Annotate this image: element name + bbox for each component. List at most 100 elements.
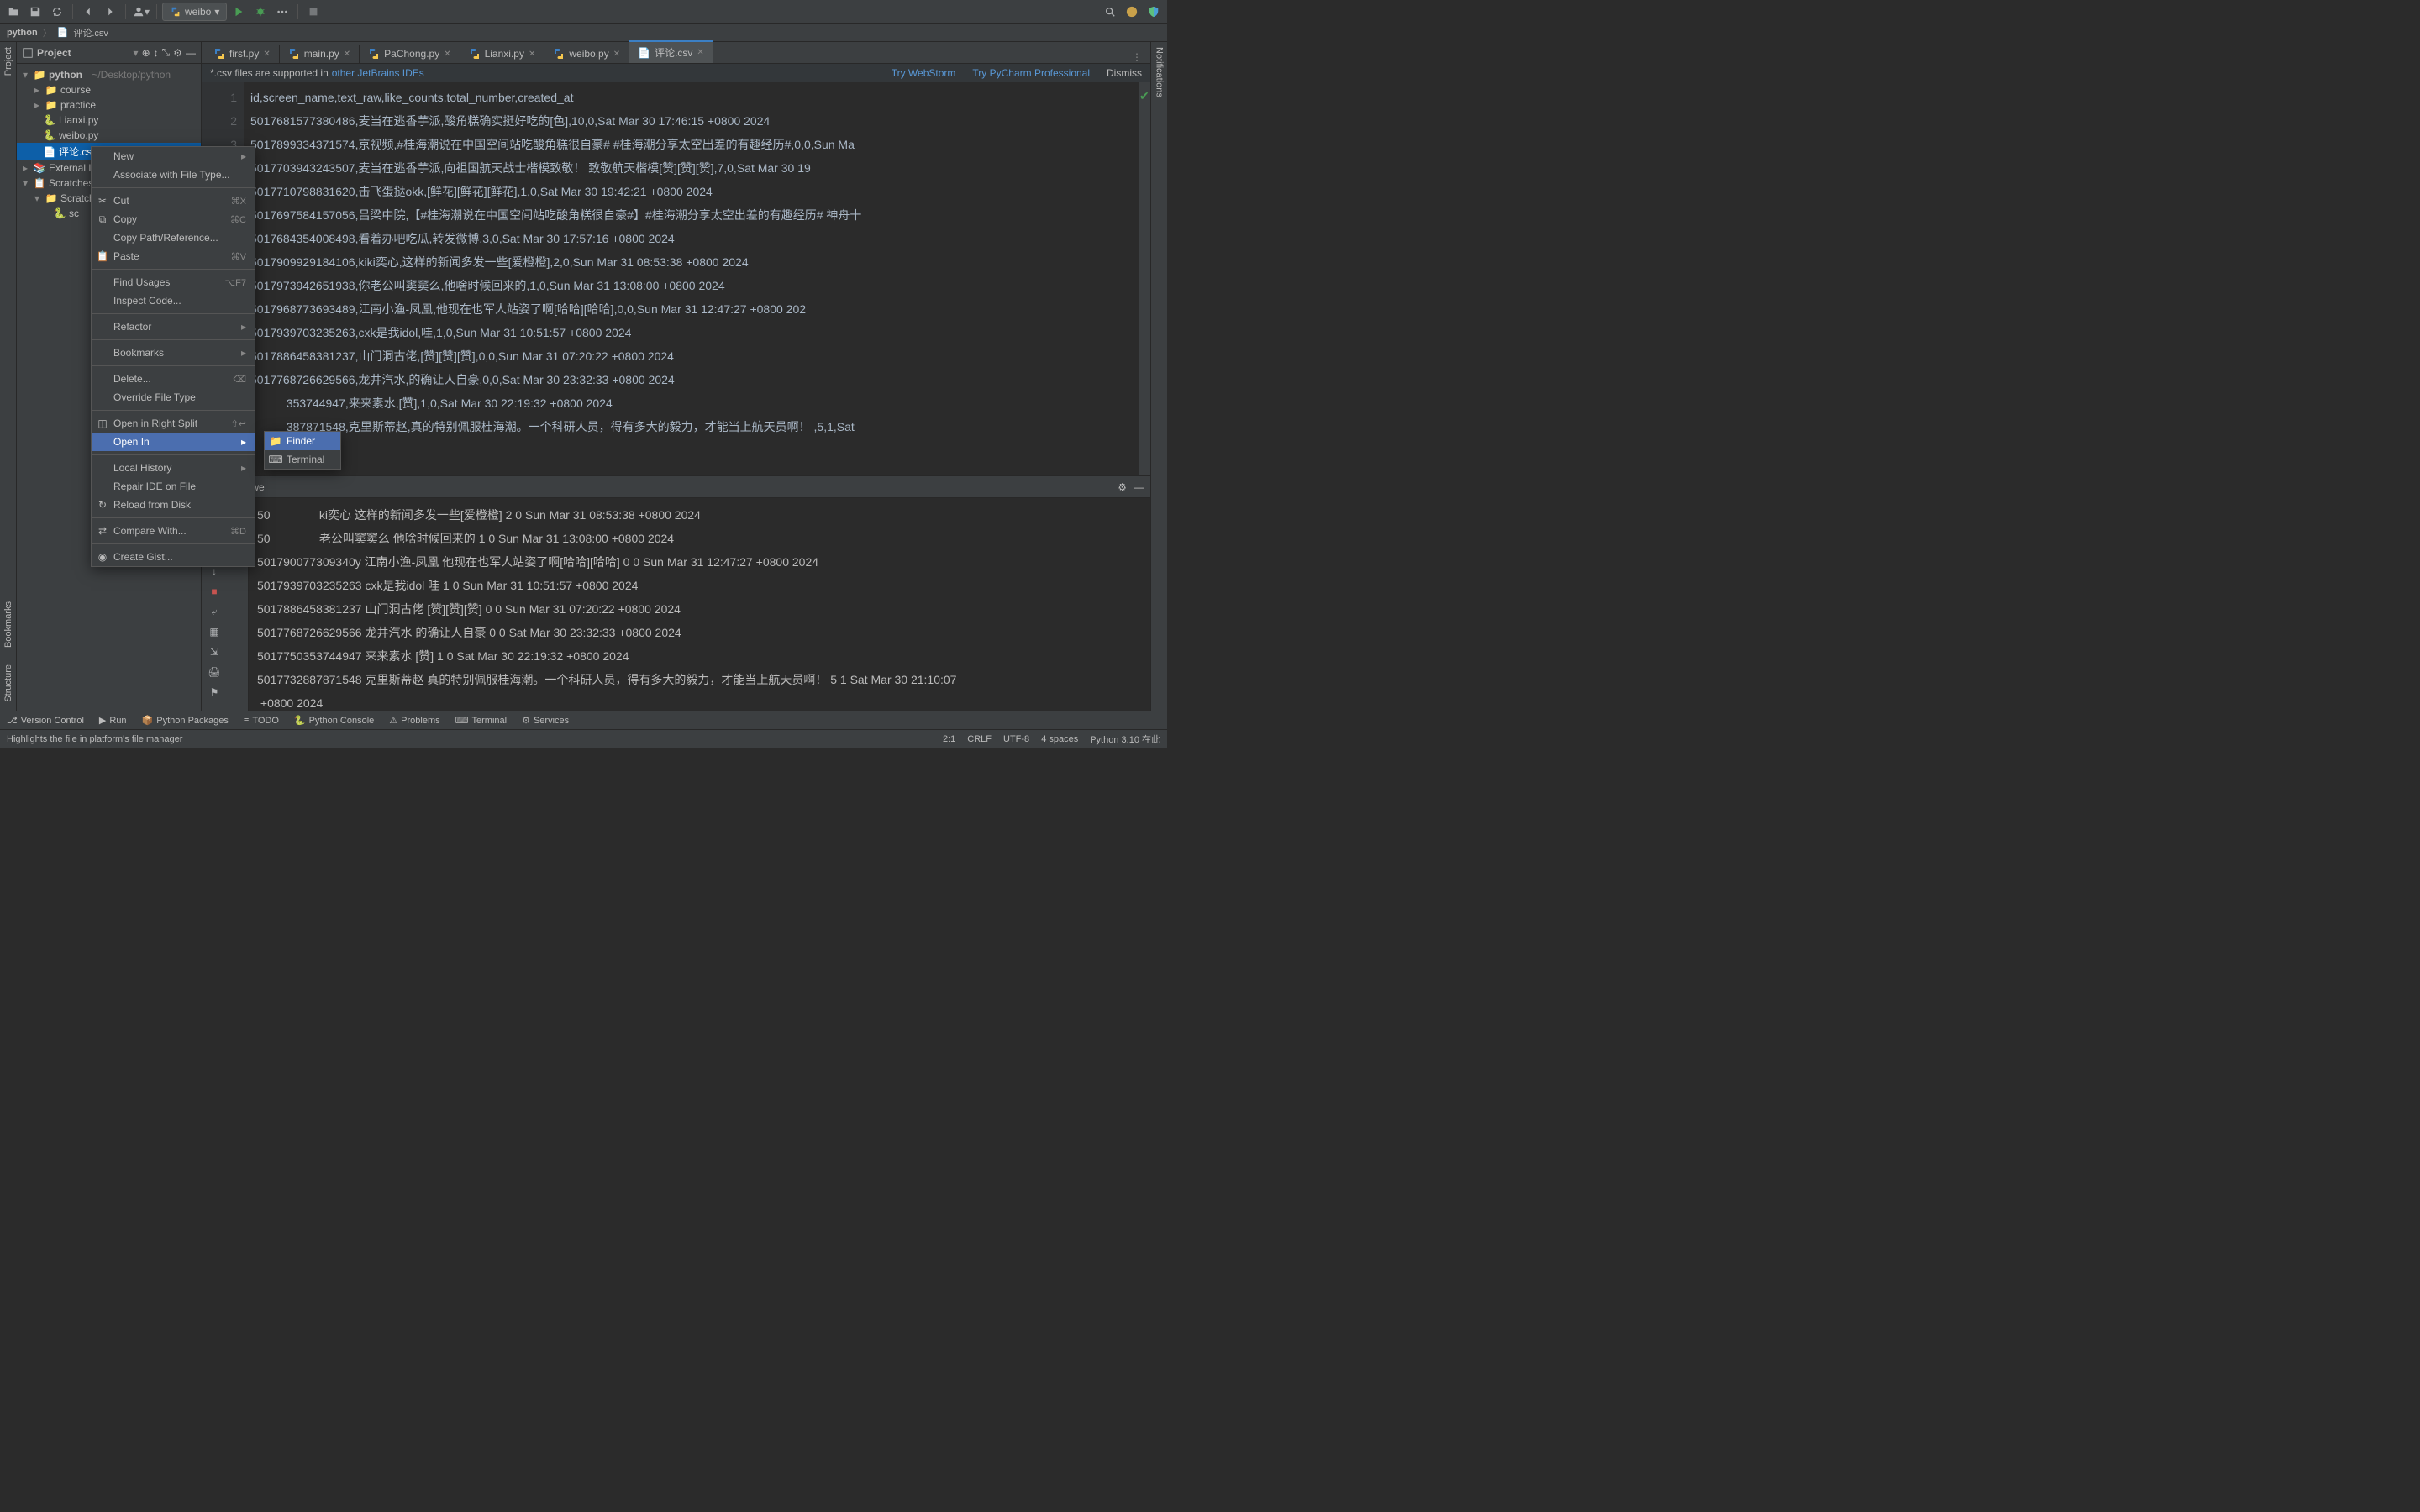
menu-associate-with-file-type-[interactable]: Associate with File Type... — [92, 165, 255, 184]
menu-open-in-right-split[interactable]: ◫Open in Right Split⇧↩ — [92, 414, 255, 433]
tab--csv[interactable]: 📄评论.csv✕ — [629, 40, 713, 63]
status-eol[interactable]: CRLF — [967, 734, 992, 744]
banner-dismiss[interactable]: Dismiss — [1107, 67, 1142, 79]
collapse-icon[interactable]: ⤡ — [162, 46, 171, 59]
run-icon[interactable] — [229, 2, 249, 22]
menu-cut[interactable]: ✂Cut⌘X — [92, 192, 255, 210]
tool-problems[interactable]: ⚠Problems — [389, 715, 439, 726]
compare-icon: ⇄ — [97, 525, 108, 537]
tool-todo[interactable]: ≡TODO — [244, 716, 279, 726]
tool-python-console[interactable]: 🐍Python Console — [294, 715, 374, 726]
back-icon[interactable] — [78, 2, 98, 22]
tool-python-packages[interactable]: 📦Python Packages — [142, 715, 229, 726]
context-menu: New▸Associate with File Type... ✂Cut⌘X⧉Co… — [91, 146, 255, 567]
status-indent[interactable]: 4 spaces — [1041, 734, 1078, 744]
menu-override-file-type[interactable]: Override File Type — [92, 388, 255, 407]
print-icon[interactable]: 🖨 — [205, 663, 224, 681]
status-pos[interactable]: 2:1 — [943, 734, 955, 744]
menu-refactor[interactable]: Refactor▸ — [92, 318, 255, 336]
close-icon[interactable]: ✕ — [263, 50, 270, 59]
tool-terminal[interactable]: ⌨Terminal — [455, 715, 507, 726]
scrollbar[interactable]: ✔ — [1139, 82, 1150, 475]
tool-services[interactable]: ⚙Services — [522, 715, 569, 726]
left-tool-gutter: Project Bookmarks Structure — [0, 42, 17, 711]
run-output[interactable]: 50 ki奕心 这样的新闻多发一些[爱橙橙] 2 0 Sun Mar 31 08… — [249, 498, 1150, 711]
menu-copy-path-reference-[interactable]: Copy Path/Reference... — [92, 228, 255, 247]
close-icon[interactable]: ✕ — [444, 50, 450, 59]
menu-inspect-code-[interactable]: Inspect Code... — [92, 291, 255, 310]
menu-reload-from-disk[interactable]: ↻Reload from Disk — [92, 496, 255, 514]
tree-item[interactable]: ▸📁practice — [17, 97, 201, 113]
tree-root[interactable]: ▾📁 python ~/Desktop/python — [17, 67, 201, 82]
menu-open-in[interactable]: Open In▸ — [92, 433, 255, 451]
debug-icon[interactable] — [250, 2, 271, 22]
tab-overflow-icon[interactable]: ⋮ — [1127, 51, 1147, 63]
gutter-structure[interactable]: Structure — [3, 664, 13, 702]
settings-icon[interactable]: ⚙ — [173, 47, 182, 59]
banner-try1[interactable]: Try WebStorm — [892, 67, 956, 79]
open-icon[interactable] — [3, 2, 24, 22]
menu-new[interactable]: New▸ — [92, 147, 255, 165]
avatar-icon[interactable] — [1122, 2, 1142, 22]
select-opened-icon[interactable]: ⊕ — [142, 47, 150, 59]
filter-icon[interactable]: ⚑ — [205, 683, 224, 701]
close-icon[interactable]: ✕ — [344, 50, 350, 59]
sync-icon[interactable] — [47, 2, 67, 22]
menu-create-gist-[interactable]: ◉Create Gist... — [92, 548, 255, 566]
save-icon[interactable] — [25, 2, 45, 22]
editor-content[interactable]: id,screen_name,text_raw,like_counts,tota… — [244, 82, 1139, 475]
stop-icon[interactable] — [303, 2, 324, 22]
submenu-finder[interactable]: 📁Finder — [265, 432, 340, 450]
gear-icon[interactable]: ⚙ — [1118, 481, 1127, 493]
tab-first-py[interactable]: first.py✕ — [205, 45, 280, 63]
shield-icon[interactable] — [1144, 2, 1164, 22]
stop-icon[interactable]: ■ — [205, 582, 224, 601]
close-icon[interactable]: ✕ — [697, 48, 703, 57]
menu-local-history[interactable]: Local History▸ — [92, 459, 255, 477]
more-run-icon[interactable] — [272, 2, 292, 22]
gutter-project[interactable]: Project — [3, 47, 13, 76]
user-icon[interactable]: ▾ — [131, 2, 151, 22]
expand-all-icon[interactable]: ↕ — [154, 47, 159, 59]
forward-icon[interactable] — [100, 2, 120, 22]
tab-weibo-py[interactable]: weibo.py✕ — [544, 45, 629, 63]
menu-compare-with-[interactable]: ⇄Compare With...⌘D — [92, 522, 255, 540]
gutter-bookmarks[interactable]: Bookmarks — [3, 601, 13, 648]
menu-repair-ide-on-file[interactable]: Repair IDE on File — [92, 477, 255, 496]
layout-icon[interactable]: ▦ — [205, 622, 224, 641]
status-interp[interactable]: Python 3.10 在此 — [1090, 732, 1160, 746]
submenu-terminal[interactable]: ⌨Terminal — [265, 450, 340, 469]
menu-delete-[interactable]: Delete...⌫ — [92, 370, 255, 388]
tab-main-py[interactable]: main.py✕ — [280, 45, 360, 63]
terminal-icon: ⌨ — [270, 454, 281, 465]
search-icon[interactable] — [1100, 2, 1120, 22]
scroll-icon[interactable]: ⇲ — [205, 643, 224, 661]
minimize-icon[interactable]: — — [1134, 481, 1144, 493]
tree-item[interactable]: 🐍weibo.py — [17, 128, 201, 143]
close-icon[interactable]: ✕ — [613, 50, 620, 59]
menu-bookmarks[interactable]: Bookmarks▸ — [92, 344, 255, 362]
tree-item[interactable]: 🐍Lianxi.py — [17, 113, 201, 128]
tab-PaChong-py[interactable]: PaChong.py✕ — [360, 45, 460, 63]
breadcrumb-root[interactable]: python — [7, 28, 38, 38]
hide-icon[interactable]: — — [186, 47, 196, 59]
menu-find-usages[interactable]: Find Usages⌥F7 — [92, 273, 255, 291]
tree-item[interactable]: ▸📁course — [17, 82, 201, 97]
tool-run[interactable]: ▶Run — [99, 715, 127, 726]
tool-version-control[interactable]: ⎇Version Control — [7, 715, 84, 726]
reload-icon: ↻ — [97, 499, 108, 511]
close-icon[interactable]: ✕ — [529, 50, 535, 59]
banner-link[interactable]: other JetBrains IDEs — [332, 67, 424, 79]
tab-Lianxi-py[interactable]: Lianxi.py✕ — [460, 45, 545, 63]
file-icon: 📄 — [57, 27, 69, 38]
menu-paste[interactable]: 📋Paste⌘V — [92, 247, 255, 265]
banner-try2[interactable]: Try PyCharm Professional — [972, 67, 1090, 79]
gutter-notifications[interactable]: Notifications — [1155, 47, 1165, 97]
breadcrumb-file[interactable]: 评论.csv — [73, 26, 108, 39]
status-enc[interactable]: UTF-8 — [1003, 734, 1029, 744]
run-config-selector[interactable]: weibo ▾ — [162, 3, 227, 21]
wrap-icon[interactable]: ⤶ — [205, 602, 224, 621]
github-icon: ◉ — [97, 551, 108, 563]
split-icon: ◫ — [97, 417, 108, 429]
menu-copy[interactable]: ⧉Copy⌘C — [92, 210, 255, 228]
